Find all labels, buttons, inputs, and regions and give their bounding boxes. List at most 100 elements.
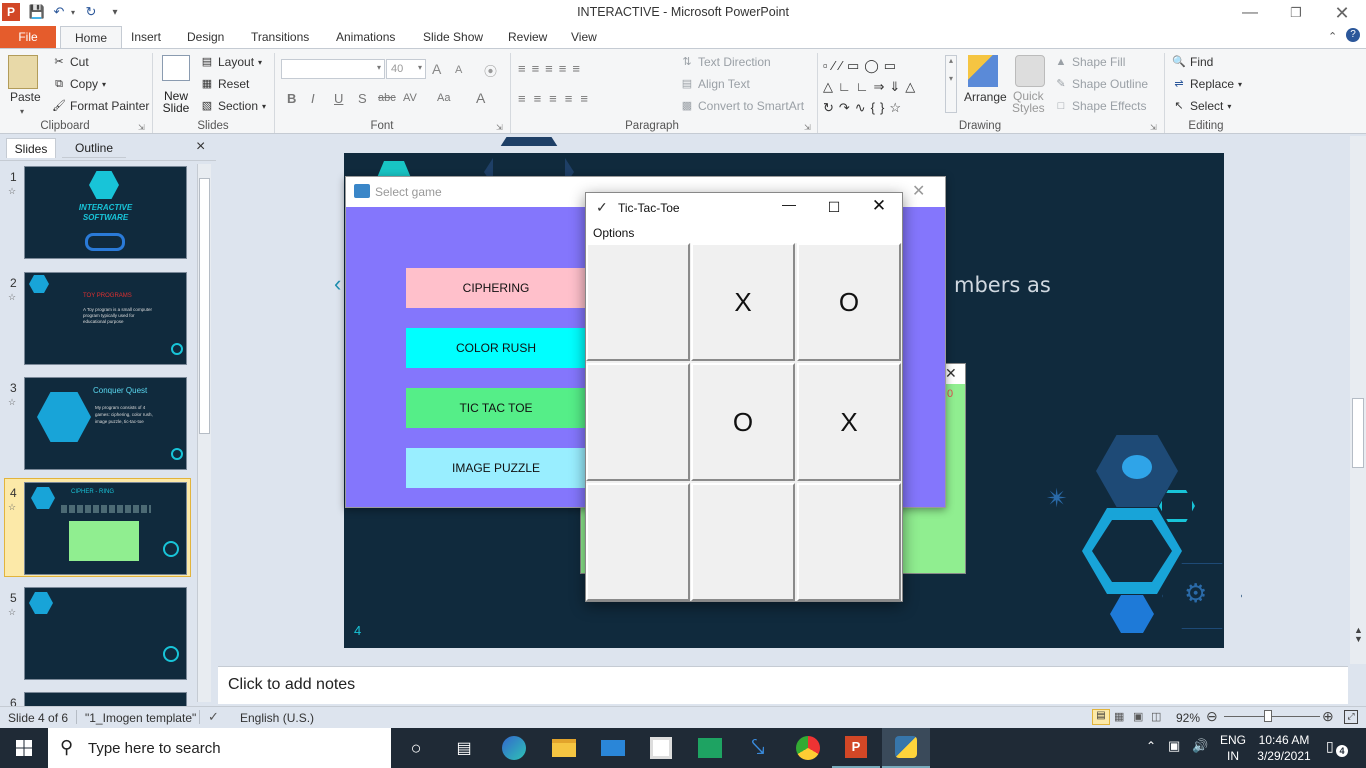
store-icon[interactable] [637, 728, 685, 768]
reset-button[interactable]: Reset [218, 77, 249, 91]
normal-view-icon[interactable]: ▤ [1092, 709, 1110, 725]
input-language[interactable]: ENG IN [1220, 732, 1246, 764]
tic-tac-toe-button[interactable]: TIC TAC TOE [406, 388, 586, 428]
dialog-launcher-icon[interactable]: ⇲ [138, 123, 145, 132]
replace-button[interactable]: Replace [1190, 77, 1234, 91]
layout-button[interactable]: Layout [218, 55, 254, 69]
replace-dropdown-icon[interactable]: ▾ [1238, 80, 1242, 89]
volume-icon[interactable]: 🔊 [1192, 738, 1208, 754]
cut-button[interactable]: Cut [70, 55, 89, 69]
arrange-icon[interactable] [968, 55, 998, 87]
pane-close-icon[interactable]: × [196, 138, 205, 156]
zoom-in-icon[interactable]: ⊕ [1322, 708, 1334, 725]
notes-pane[interactable]: Click to add notes [218, 666, 1348, 704]
dialog-launcher-icon[interactable]: ⇲ [496, 123, 503, 132]
font-name-combo[interactable]: ▾ [281, 59, 385, 79]
align-text-button[interactable]: Align Text [698, 77, 750, 91]
chrome-icon[interactable] [784, 728, 832, 768]
file-explorer-icon[interactable] [540, 728, 588, 768]
show-hidden-icons[interactable]: ⌃ [1146, 739, 1156, 753]
new-slide-button[interactable]: New Slide [162, 90, 190, 114]
font-size-dropdown-icon[interactable]: ▾ [418, 63, 422, 72]
vscode-icon[interactable]: ⤥ [734, 728, 782, 768]
pane-tab-slides[interactable]: Slides [6, 138, 56, 158]
font-size-combo[interactable]: 40 ▾ [386, 59, 426, 79]
pane-tab-outline[interactable]: Outline [62, 138, 126, 158]
minimize-icon[interactable]: — [1227, 0, 1273, 26]
tab-home[interactable]: Home [60, 26, 123, 49]
slide-scrollbar[interactable]: ▲ ▼ [1350, 136, 1366, 664]
powerpoint-taskbar-icon[interactable]: P [832, 728, 880, 768]
copy-button[interactable]: Copy [70, 77, 98, 91]
slide-thumbnail-3[interactable]: Conquer Quest My program consists of 4 g… [24, 377, 187, 470]
tab-slide-show[interactable]: Slide Show [409, 26, 497, 48]
paste-dropdown-icon[interactable]: ▾ [20, 107, 24, 116]
slide-thumbnail-1[interactable]: INTERACTIVE SOFTWARE [24, 166, 187, 259]
quick-styles-icon[interactable] [1015, 55, 1045, 87]
ttt-minimize-icon[interactable]: — [774, 196, 804, 220]
board-cell-7[interactable] [586, 483, 690, 601]
board-cell-8[interactable] [691, 483, 795, 601]
help-icon[interactable]: ? [1346, 28, 1360, 42]
select-game-close-icon[interactable]: ✕ [912, 181, 925, 201]
ciphering-button[interactable]: CIPHERING [406, 268, 586, 308]
reading-view-icon[interactable]: ▣ [1133, 710, 1143, 723]
edge-icon[interactable] [490, 728, 538, 768]
collapse-ribbon-icon[interactable]: ⌃ [1328, 30, 1337, 43]
cortana-icon[interactable]: ○ [392, 728, 440, 768]
language[interactable]: English (U.S.) [240, 711, 314, 725]
slide-scrollbar-thumb[interactable] [1352, 398, 1364, 468]
zoom-level[interactable]: 92% [1176, 711, 1200, 725]
clock[interactable]: 10:46 AM 3/29/2021 [1254, 732, 1314, 764]
ttt-close-icon[interactable]: ✕ [864, 196, 894, 220]
grow-font-icon[interactable]: A [432, 61, 441, 77]
new-slide-icon[interactable] [162, 55, 190, 81]
shapes-more-icon[interactable]: ▴ ▾ [945, 55, 957, 113]
taskbar-search[interactable]: ⚲ Type here to search [48, 728, 391, 768]
tab-design[interactable]: Design [173, 26, 238, 48]
task-view-icon[interactable]: ▤ [440, 728, 488, 768]
select-dropdown-icon[interactable]: ▾ [1227, 102, 1231, 111]
board-cell-1[interactable] [586, 243, 690, 361]
shrink-font-icon[interactable]: A [455, 64, 462, 76]
text-direction-button[interactable]: Text Direction [698, 55, 771, 69]
classroom-icon[interactable] [686, 728, 734, 768]
slide-thumbnail-5[interactable] [24, 587, 187, 680]
board-cell-6[interactable]: X [797, 363, 901, 481]
shape-effects-button[interactable]: Shape Effects [1072, 99, 1147, 113]
tab-view[interactable]: View [557, 26, 611, 48]
bold-button[interactable]: B [287, 91, 296, 106]
spell-check-icon[interactable]: ✓ [208, 709, 219, 725]
color-rush-button[interactable]: COLOR RUSH [406, 328, 586, 368]
slide-thumbnail-6[interactable] [24, 692, 187, 706]
format-painter-button[interactable]: Format Painter [70, 99, 149, 113]
board-cell-2[interactable]: X [691, 243, 795, 361]
board-cell-5[interactable]: O [691, 363, 795, 481]
copy-dropdown-icon[interactable]: ▾ [102, 80, 106, 89]
italic-button[interactable]: I [311, 91, 315, 106]
dialog-launcher-icon[interactable]: ⇲ [1150, 123, 1157, 132]
pane-scrollbar[interactable] [197, 164, 211, 702]
find-button[interactable]: Find [1190, 55, 1213, 69]
character-spacing-button[interactable]: AV [403, 92, 417, 104]
quick-styles-button[interactable]: Quick Styles [1012, 90, 1045, 114]
paste-icon[interactable] [8, 55, 38, 89]
tab-animations[interactable]: Animations [322, 26, 409, 48]
python-taskbar-icon[interactable] [882, 728, 930, 768]
close-icon[interactable]: ✕ [1319, 0, 1365, 26]
zoom-slider-thumb[interactable] [1264, 710, 1273, 722]
ttt-maximize-icon[interactable]: ☐ [819, 199, 849, 219]
arrange-button[interactable]: Arrange [964, 90, 1007, 104]
list-buttons[interactable]: ≡≡≡≡≡ [518, 61, 586, 76]
network-status-icon[interactable]: ▣ [1168, 738, 1180, 754]
change-case-button[interactable]: Aa [437, 92, 450, 104]
board-cell-3[interactable]: O [797, 243, 901, 361]
layout-dropdown-icon[interactable]: ▾ [258, 58, 262, 67]
alignment-buttons[interactable]: ≡≡≡≡≡ [518, 91, 596, 106]
font-color-button[interactable]: A [476, 90, 485, 106]
shadow-button[interactable]: S [358, 91, 367, 106]
dialog-launcher-icon[interactable]: ⇲ [804, 123, 811, 132]
section-button[interactable]: Section [218, 99, 258, 113]
theme-name[interactable]: "1_Imogen template" [85, 711, 196, 725]
underline-button[interactable]: U [334, 91, 343, 106]
